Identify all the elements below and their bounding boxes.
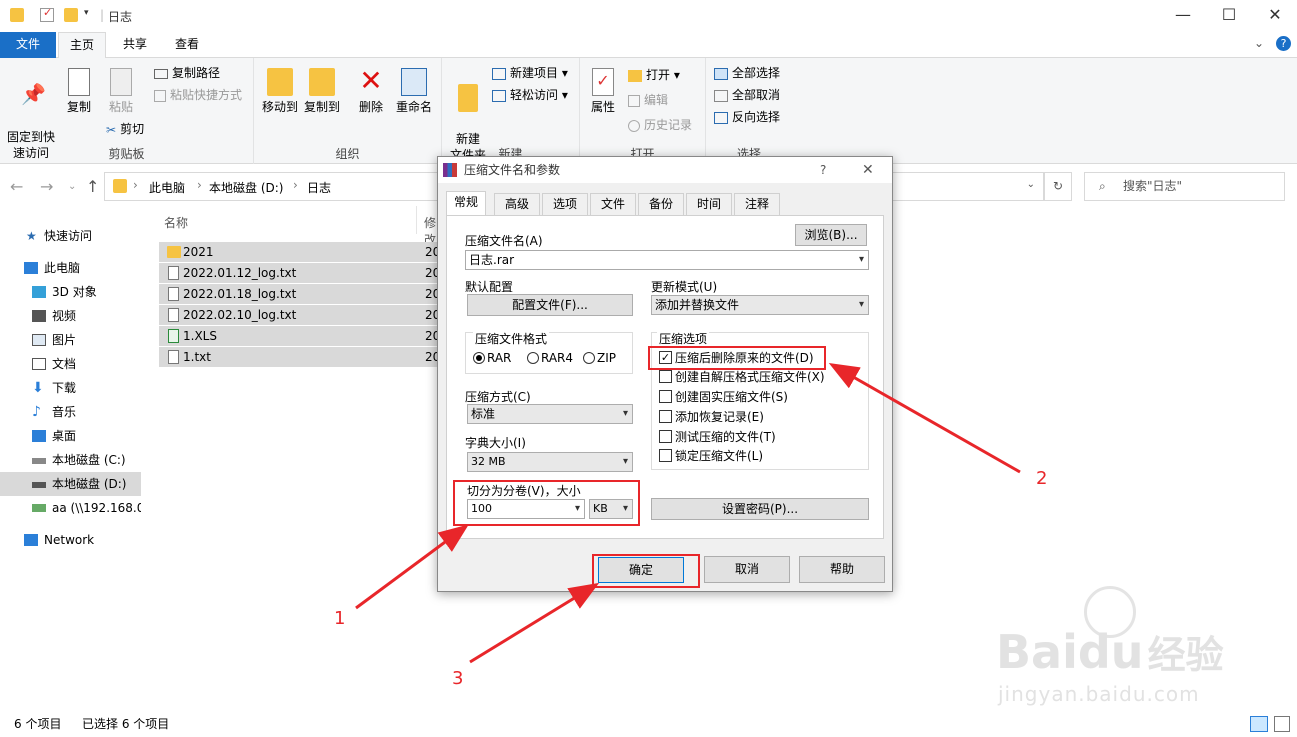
annotation-number: 3 [452,668,464,689]
annotation-arrows [355,363,1021,664]
arrow-1 [355,524,469,610]
annotation-number: 2 [1036,468,1048,489]
annotation-number: 1 [334,608,346,629]
arrow-3 [469,582,600,664]
arrow-2 [828,363,1021,474]
